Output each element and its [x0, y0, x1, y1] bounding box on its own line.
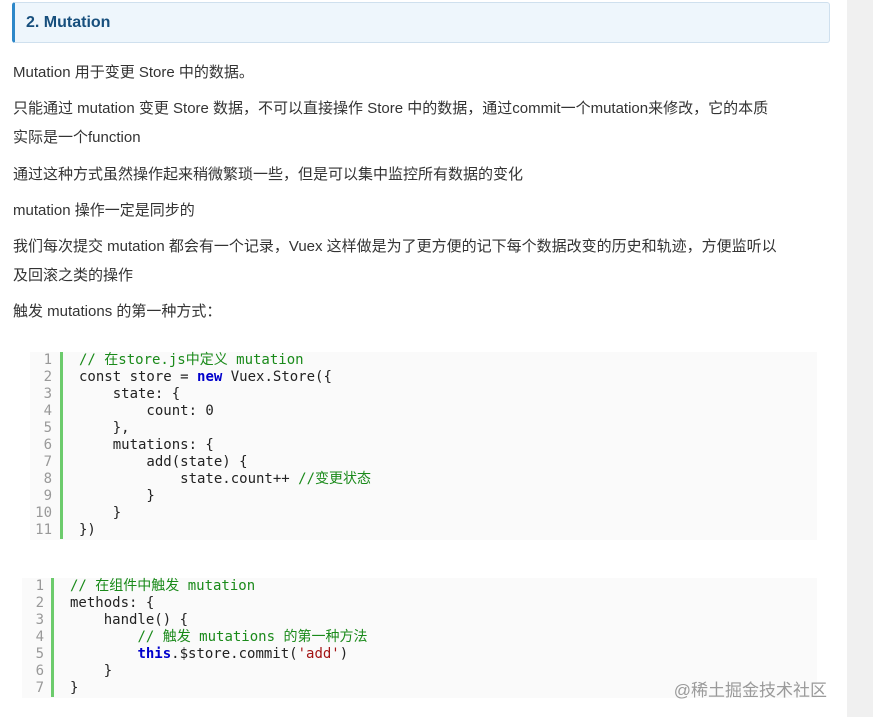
- line-number: 10: [35, 505, 52, 521]
- code-keyword: this: [137, 646, 172, 662]
- code-line: methods: {: [70, 595, 367, 612]
- code-line: }: [79, 505, 371, 522]
- paragraph-history-line1: 我们每次提交 mutation 都会有一个记录，Vuex 这样做是为了更方便的记…: [13, 238, 777, 255]
- paragraph-commit-line2: 实际是一个function: [13, 129, 141, 146]
- code-accent-bar: [60, 352, 63, 539]
- code-line: state.count++ //变更状态: [79, 471, 371, 488]
- code-line: }: [79, 488, 371, 505]
- code-line: }: [70, 663, 367, 680]
- code-lines: // 在组件中触发 mutation methods: { handle() { …: [70, 578, 367, 697]
- code-text: const store =: [79, 369, 198, 385]
- code-comment: // 在store.js中定义 mutation: [79, 352, 304, 368]
- code-text: count: 0: [79, 403, 214, 419]
- code-block-store: 1 2 3 4 5 6 7 8 9 10 11 // 在store.js中定义 mutation co…: [30, 352, 817, 540]
- line-number: 3: [43, 386, 52, 402]
- code-comment: //变更状态: [298, 471, 372, 487]
- code-line: }: [70, 680, 367, 697]
- line-number: 5: [35, 646, 44, 662]
- code-comment: // 在组件中触发 mutation: [70, 578, 256, 594]
- paragraph-sync: mutation 操作一定是同步的: [13, 202, 195, 219]
- line-number: 6: [43, 437, 52, 453]
- code-line: state: {: [79, 386, 371, 403]
- paragraph-trigger: 触发 mutations 的第一种方式：: [13, 303, 222, 320]
- line-number: 7: [43, 454, 52, 470]
- code-line: },: [79, 420, 371, 437]
- code-lines: // 在store.js中定义 mutation const store = ne…: [79, 352, 371, 539]
- code-line: mutations: {: [79, 437, 371, 454]
- line-number: 8: [43, 471, 52, 487]
- code-text: }: [70, 680, 79, 696]
- code-text: }: [79, 488, 155, 504]
- code-line: this.$store.commit('add'): [70, 646, 367, 663]
- code-text: Vuex.Store({: [222, 369, 332, 385]
- section-heading-box: 2. Mutation: [12, 2, 830, 43]
- code-text: state.count++: [79, 471, 299, 487]
- code-line: }): [79, 522, 371, 539]
- code-text: }: [79, 505, 122, 521]
- watermark: @稀土掘金技术社区: [673, 681, 827, 700]
- code-line: // 触发 mutations 的第一种方法: [70, 629, 367, 646]
- code-line: count: 0: [79, 403, 371, 420]
- code-text: mutations: {: [79, 437, 214, 453]
- code-line: handle() {: [70, 612, 367, 629]
- code-keyword: new: [197, 369, 223, 385]
- scrollbar-track[interactable]: [847, 0, 873, 717]
- code-line: add(state) {: [79, 454, 371, 471]
- section-heading: 2. Mutation: [26, 14, 111, 31]
- code-text: add(state) {: [79, 454, 248, 470]
- code-text: }: [70, 663, 113, 679]
- line-number: 2: [35, 595, 44, 611]
- line-number: 11: [35, 522, 52, 538]
- paragraph-intro: Mutation 用于变更 Store 中的数据。: [13, 64, 254, 81]
- line-number: 1: [43, 352, 52, 368]
- code-text: handle() {: [70, 612, 189, 628]
- line-number: 7: [35, 680, 44, 696]
- code-accent-bar: [51, 578, 54, 697]
- code-line: // 在组件中触发 mutation: [70, 578, 367, 595]
- line-number: 4: [43, 403, 52, 419]
- code-string: 'add': [297, 646, 340, 662]
- line-number: 2: [43, 369, 52, 385]
- code-gutter: 1234567: [22, 578, 44, 697]
- code-text: state: {: [79, 386, 181, 402]
- line-number: 6: [35, 663, 44, 679]
- code-text: .$store.commit(: [171, 646, 298, 662]
- line-number: 1: [35, 578, 44, 594]
- code-gutter: 1 2 3 4 5 6 7 8 9 10 11: [30, 352, 52, 539]
- code-comment: // 触发 mutations 的第一种方法: [137, 629, 368, 645]
- paragraph-commit-line1: 只能通过 mutation 变更 Store 数据，不可以直接操作 Store …: [13, 100, 769, 117]
- code-text: },: [79, 420, 130, 436]
- code-text: }): [79, 522, 96, 538]
- paragraph-history-line2: 及回滚之类的操作: [13, 267, 134, 284]
- code-line: // 在store.js中定义 mutation: [79, 352, 371, 369]
- line-number: 5: [43, 420, 52, 436]
- code-text: methods: {: [70, 595, 155, 611]
- paragraph-monitor: 通过这种方式虽然操作起来稍微繁琐一些，但是可以集中监控所有数据的变化: [13, 166, 524, 183]
- code-text: ): [339, 646, 349, 662]
- code-line: const store = new Vuex.Store({: [79, 369, 371, 386]
- article-content: 2. Mutation Mutation 用于变更 Store 中的数据。 只能…: [0, 0, 847, 717]
- line-number: 3: [35, 612, 44, 628]
- line-number: 9: [43, 488, 52, 504]
- line-number: 4: [35, 629, 44, 645]
